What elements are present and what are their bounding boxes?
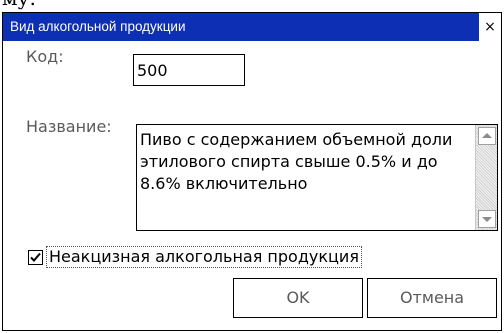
scroll-up-button[interactable] bbox=[478, 127, 496, 145]
vertical-scrollbar[interactable] bbox=[475, 125, 497, 230]
code-field[interactable] bbox=[133, 54, 245, 86]
name-text: Пиво с содержанием объемной доли этилово… bbox=[140, 130, 453, 193]
background-text-fragment: му: bbox=[2, 0, 36, 8]
name-label: Название: bbox=[26, 117, 112, 136]
scroll-down-button[interactable] bbox=[478, 210, 496, 228]
non-excise-label[interactable]: Неакцизная алкогольная продукция bbox=[46, 246, 362, 268]
non-excise-checkbox[interactable] bbox=[28, 250, 43, 265]
close-icon: × bbox=[484, 19, 496, 35]
dialog-title: Вид алкогольной продукции bbox=[10, 19, 186, 34]
checkmark-icon bbox=[30, 252, 41, 262]
close-button[interactable]: × bbox=[479, 13, 501, 41]
cancel-button[interactable]: Отмена bbox=[367, 278, 497, 318]
code-label: Код: bbox=[26, 47, 64, 66]
arrow-up-icon bbox=[482, 133, 492, 138]
ok-button[interactable]: OK bbox=[233, 278, 363, 318]
dialog-window: Вид алкогольной продукции × Код: Названи… bbox=[2, 12, 502, 331]
title-bar[interactable]: Вид алкогольной продукции × bbox=[3, 13, 501, 41]
arrow-down-icon bbox=[482, 217, 492, 222]
background-strip: му: bbox=[0, 0, 504, 12]
name-textarea[interactable]: Пиво с содержанием объемной доли этилово… bbox=[136, 124, 498, 231]
page: му: Вид алкогольной продукции × Код: Наз… bbox=[0, 0, 504, 333]
